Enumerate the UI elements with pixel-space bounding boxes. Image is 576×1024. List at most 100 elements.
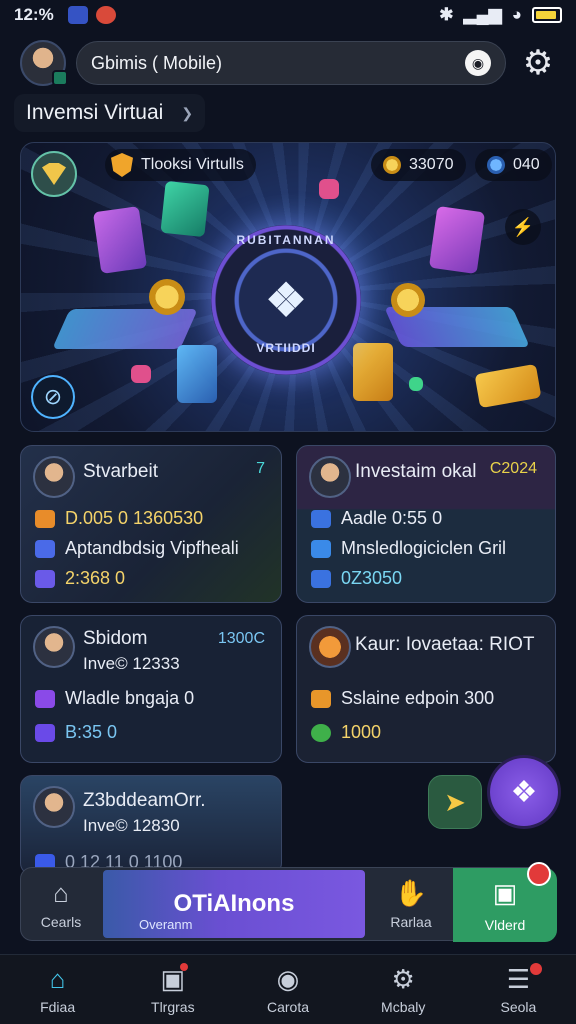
nav-item-gifts[interactable]: ▣ Tlrgras [115,955,230,1024]
emblem-glyph-icon: ❖ [265,274,307,326]
cube-illustration [319,179,339,199]
coins-value: 33070 [409,156,454,173]
card-row: Mnsledlogiciclen Gril [311,538,506,559]
card-row: Sslaine edpoin 300 [311,688,494,709]
notification-dot [530,963,543,975]
settings-gear-icon[interactable]: ⚙ [516,41,560,85]
card-tag: 7 [256,460,265,477]
app-title: Gbimis ( Mobile) [91,52,223,73]
lightning-icon[interactable]: ⚡ [505,209,541,245]
avatar [309,456,351,498]
home-icon: ⌂ [53,878,69,908]
action-fab-button[interactable]: ❖ [490,758,558,826]
card-row: 0Z3050 [311,568,402,589]
blue-cube-icon [311,509,331,528]
app-notification-icon [67,6,88,24]
hero-chip[interactable]: Tlooksi Virtulls [105,149,256,181]
hero-banner[interactable]: Tlooksi Virtulls 33070 040 RUBITANNAN ❖ … [20,142,556,432]
gems-value: 040 [513,156,540,173]
hero-logo-icon [31,151,77,197]
shield-icon [111,153,133,177]
section-dropdown[interactable]: Invemsi Virtuai ❯ [14,94,206,132]
card-title: Investaim okal [355,461,477,482]
card-title: Z3bddeamOrr. [83,790,206,811]
action-toolbar: ⌂ Cearls OTiAInons Overanm ✋ Rarlaa ▣ Vl… [20,862,557,942]
key-icon: ◉ [276,963,300,994]
notification-dot [527,862,551,886]
app-notification-icon [95,6,116,24]
card-row: 2:368 0 [35,568,125,589]
app-title-bar[interactable]: Gbimis ( Mobile) ◉ [76,41,506,85]
toolbar-main-sublabel: Overanm [139,917,193,932]
menu-icon: ☰ [506,963,531,994]
emblem-top-text: RUBITANNAN [236,233,336,247]
portfolio-card[interactable]: Sbidom 1300C Inve© 12333 Wladle bngaja 0… [20,615,282,763]
card-row: D.005 0 1360530 [35,508,203,529]
gear-icon: ⚙ [391,963,415,994]
card-tag: 1300C [217,630,265,647]
avatar [33,786,75,828]
coin-illustration [391,283,425,317]
gold-cube-icon [311,689,331,708]
status-badge [52,70,68,86]
nav-item-key[interactable]: ◉ Carota [230,955,345,1024]
investment-card[interactable]: Investaim okal C2024 Aadle 0:55 0 Mnsled… [296,445,556,603]
card-row: Wladle bngaja 0 [35,688,194,709]
card-illustration [52,309,198,349]
purple-cube-icon [35,723,55,742]
notification-dot [180,963,189,971]
signal-icon: ▂▄▆ [463,5,502,24]
coin-icon [383,156,401,174]
toolbar-item-cards[interactable]: ⌂ Cearls [21,868,101,942]
purple-cube-icon [35,689,55,708]
no-fee-icon[interactable]: ⊘ [31,375,75,419]
hero-coins-stat: 33070 [371,149,466,181]
portfolio-card[interactable]: Z3bddeamOrr. Inve© 12830 0 12 11 0 1100 [20,775,282,875]
card-title: Sbidom [83,628,148,649]
toolbar-item-rarla[interactable]: ✋ Rarlaa [369,868,453,942]
toolbar-item-video[interactable]: ▣ Vlderd [453,862,557,942]
wifi-icon: ◕ [511,5,522,24]
emblem-bottom-text: VRTIIDDI [256,341,316,355]
card-illustration [428,205,486,275]
portfolio-card[interactable]: Stvarbeit 7 D.005 0 1360530 Aptandbdsig … [20,445,282,603]
card-title: Stvarbeit [83,461,158,482]
boost-button[interactable]: ➤ [428,775,482,829]
card-row: Aadle 0:55 0 [311,508,442,529]
green-gem-icon [311,723,331,742]
card-row: B:35 0 [35,722,117,743]
card-illustration [160,180,210,238]
reward-avatar [309,626,351,668]
hero-emblem: RUBITANNAN ❖ VRTIIDDI [211,225,361,375]
bottom-nav: ⌂ Fdiaa ▣ Tlrgras ◉ Carota ⚙ Mcbaly ☰ Se… [0,954,576,1024]
hero-gems-stat: 040 [475,149,552,181]
blue-cube-icon [311,569,331,588]
battery-icon [532,7,562,23]
avatar [33,626,75,668]
card-illustration [92,206,148,274]
nav-item-settings[interactable]: ⚙ Mcbaly [346,955,461,1024]
shield-icon[interactable]: ◉ [465,50,491,76]
gem-icon [487,156,505,174]
nav-item-menu[interactable]: ☰ Seola [461,955,576,1024]
blue-cube-icon [311,539,331,558]
reward-card[interactable]: Kaur: Iovaetaa: RIOT Sslaine edpoin 300 … [296,615,556,763]
bluetooth-icon: ✱ [439,5,454,24]
blue-cube-icon [35,539,55,558]
card-title: Kaur: Iovaetaa: RIOT [355,634,535,655]
card-subtitle: Inve© 12333 [83,654,180,673]
card-subtitle: Inve© 12830 [83,816,180,835]
avatar [33,456,75,498]
nav-item-home[interactable]: ⌂ Fdiaa [0,955,115,1024]
cube-illustration [131,365,151,383]
cube-illustration [409,377,423,391]
hand-icon: ✋ [394,878,428,908]
avatar[interactable] [20,40,68,86]
gold-cube-icon [35,509,55,528]
section-title: Invemsi Virtuai [26,101,164,124]
toolbar-main-button[interactable]: OTiAInons Overanm [103,870,365,938]
toolbar-main-label: OTiAInons [173,890,295,917]
status-time: 12:% [14,5,54,24]
screen-icon: ▣ [492,877,518,908]
purple-cube-icon [35,569,55,588]
